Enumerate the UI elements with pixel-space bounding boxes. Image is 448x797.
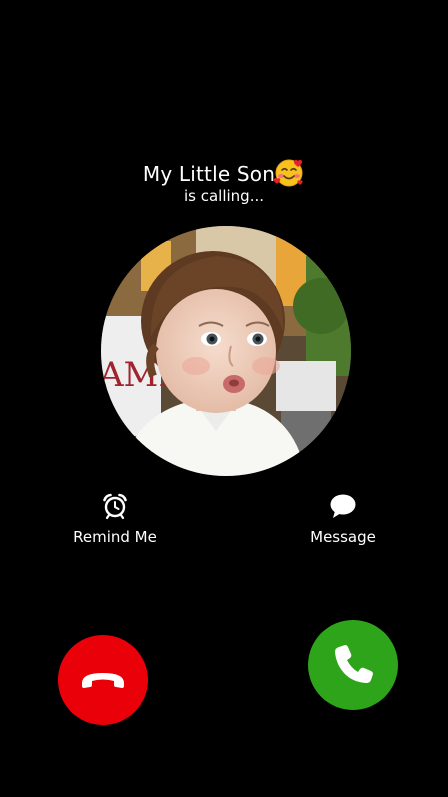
decline-call-button[interactable] xyxy=(58,635,148,725)
contact-photo-illustration: AMB xyxy=(101,226,351,476)
call-status: is calling... xyxy=(183,187,265,205)
phone-answer-icon xyxy=(335,645,373,683)
contact-photo: AMB xyxy=(101,226,351,476)
message-label: Message xyxy=(310,528,376,546)
alarm-clock-icon xyxy=(101,492,129,520)
accept-call-button[interactable] xyxy=(308,620,398,710)
remind-me-label: Remind Me xyxy=(73,528,157,546)
message-button[interactable]: Message xyxy=(268,492,418,552)
caller-name-text: My Little Son xyxy=(142,162,276,186)
remind-me-button[interactable]: Remind Me xyxy=(40,492,190,552)
chat-bubble-icon xyxy=(329,492,357,520)
phone-hangup-icon xyxy=(82,673,124,688)
